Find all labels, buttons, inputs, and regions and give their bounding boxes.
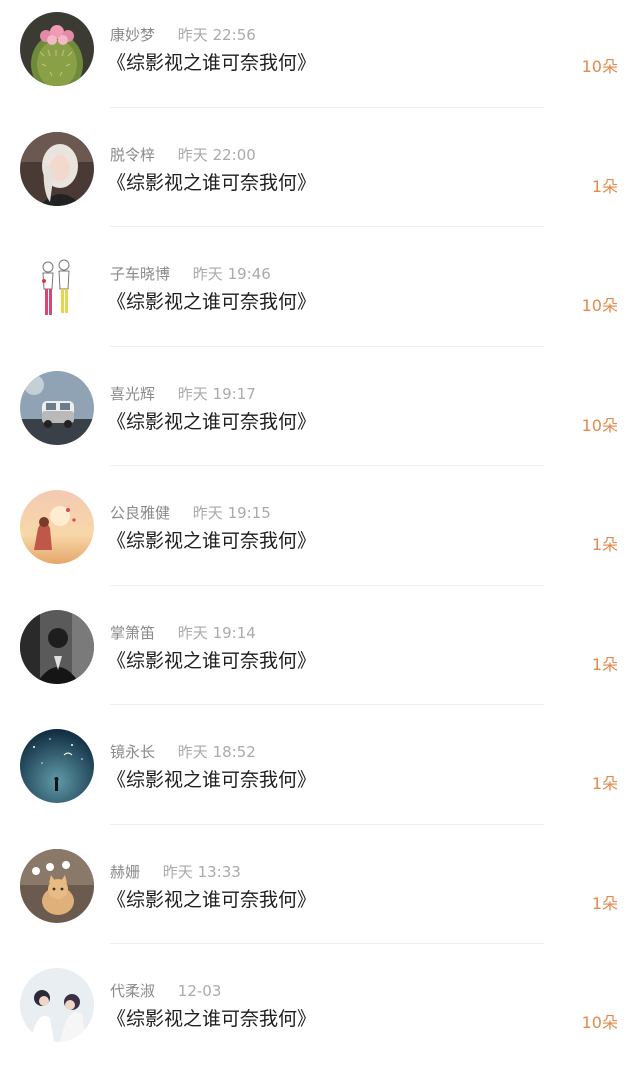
divider (110, 106, 544, 108)
user-name[interactable]: 脱令梓 (110, 146, 155, 164)
flower-count: 1朵 (591, 176, 618, 196)
divider (110, 584, 544, 586)
book-title[interactable]: 《综影视之谁可奈我何》 (107, 765, 316, 792)
timestamp: 12-03 (177, 982, 222, 1000)
list-item[interactable]: 脱令梓 昨天 22:00 《综影视之谁可奈我何》 1朵 (0, 120, 640, 240)
gift-list: 康妙梦 昨天 22:56 《综影视之谁可奈我何》 10朵 脱令梓 昨天 22:0… (0, 0, 640, 1063)
divider (110, 943, 544, 944)
user-name[interactable]: 赫姗 (110, 863, 140, 881)
book-title[interactable]: 《综影视之谁可奈我何》 (107, 885, 316, 912)
list-item[interactable]: 赫姗 昨天 13:33 《综影视之谁可奈我何》 1朵 (0, 837, 640, 957)
cactus-flower-icon[interactable] (20, 12, 94, 86)
flower-count: 10朵 (581, 1013, 618, 1032)
book-title[interactable]: 《综影视之谁可奈我何》 (107, 526, 316, 553)
flower-count: 10朵 (581, 415, 618, 435)
toy-van-icon[interactable] (20, 370, 94, 445)
user-name[interactable]: 喜光辉 (110, 385, 155, 403)
starry-night-icon[interactable] (20, 729, 94, 803)
flower-count: 1朵 (591, 893, 618, 913)
item-meta: 子车晓博 昨天 19:46 (110, 263, 271, 284)
flower-count: 10朵 (581, 296, 618, 315)
divider (110, 465, 544, 466)
book-title[interactable]: 《综影视之谁可奈我何》 (107, 407, 316, 434)
user-name[interactable]: 代柔淑 (110, 982, 155, 1000)
list-item[interactable]: 喜光辉 昨天 19:17 《综影视之谁可奈我何》 10朵 (0, 359, 640, 479)
timestamp: 昨天 19:15 (192, 504, 271, 522)
book-title[interactable]: 《综影视之谁可奈我何》 (107, 168, 316, 195)
girl-sunset-icon[interactable] (20, 490, 94, 564)
user-name[interactable]: 掌箫笛 (110, 624, 155, 642)
timestamp: 昨天 19:17 (177, 384, 256, 403)
man-suit-icon[interactable] (20, 609, 94, 684)
question-cat-icon[interactable] (20, 848, 94, 923)
item-meta: 康妙梦 昨天 22:56 (110, 24, 256, 45)
flower-count: 1朵 (591, 654, 618, 674)
divider (110, 823, 544, 825)
item-meta: 代柔淑 12-03 (110, 980, 221, 1001)
user-name[interactable]: 康妙梦 (110, 26, 155, 44)
book-title[interactable]: 《综影视之谁可奈我何》 (107, 48, 316, 75)
book-title[interactable]: 《综影视之谁可奈我何》 (107, 287, 316, 314)
woman-portrait-icon[interactable] (20, 131, 94, 206)
list-item[interactable]: 代柔淑 12-03 《综影视之谁可奈我何》 10朵 (0, 956, 640, 1076)
divider (110, 226, 544, 227)
item-meta: 赫姗 昨天 13:33 (110, 861, 241, 882)
divider (110, 704, 544, 705)
timestamp: 昨天 19:46 (192, 265, 271, 283)
list-item[interactable]: 镜永长 昨天 18:52 《综影视之谁可奈我何》 1朵 (0, 717, 640, 837)
couple-drawing-icon[interactable] (20, 251, 94, 325)
timestamp: 昨天 19:14 (177, 623, 256, 642)
user-name[interactable]: 子车晓博 (110, 265, 170, 283)
flower-count: 1朵 (591, 774, 618, 793)
list-item[interactable]: 康妙梦 昨天 22:56 《综影视之谁可奈我何》 10朵 (0, 0, 640, 120)
item-meta: 掌箫笛 昨天 19:14 (110, 622, 256, 643)
timestamp: 昨天 13:33 (162, 862, 241, 881)
item-meta: 公良雅健 昨天 19:15 (110, 502, 271, 523)
flower-count: 10朵 (581, 57, 618, 76)
list-item[interactable]: 子车晓博 昨天 19:46 《综影视之谁可奈我何》 10朵 (0, 239, 640, 359)
list-item[interactable]: 公良雅健 昨天 19:15 《综影视之谁可奈我何》 1朵 (0, 478, 640, 598)
item-meta: 喜光辉 昨天 19:17 (110, 383, 256, 404)
book-title[interactable]: 《综影视之谁可奈我何》 (107, 646, 316, 673)
girls-white-icon[interactable] (20, 968, 94, 1042)
flower-count: 1朵 (591, 535, 618, 554)
user-name[interactable]: 公良雅健 (110, 504, 170, 522)
timestamp: 昨天 22:56 (177, 26, 256, 44)
timestamp: 昨天 22:00 (177, 145, 256, 164)
item-meta: 镜永长 昨天 18:52 (110, 741, 256, 762)
book-title[interactable]: 《综影视之谁可奈我何》 (107, 1004, 316, 1031)
timestamp: 昨天 18:52 (177, 743, 256, 761)
item-meta: 脱令梓 昨天 22:00 (110, 144, 256, 165)
divider (110, 345, 544, 347)
user-name[interactable]: 镜永长 (110, 743, 155, 761)
list-item[interactable]: 掌箫笛 昨天 19:14 《综影视之谁可奈我何》 1朵 (0, 598, 640, 718)
